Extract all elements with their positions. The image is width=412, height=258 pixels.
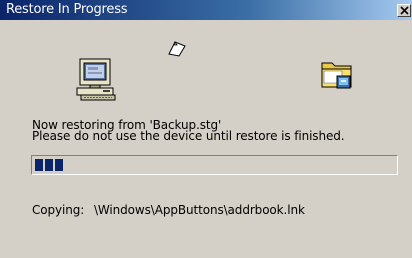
copying-path: \Windows\AppButtons\addrbook.lnk — [93, 203, 305, 217]
restore-dialog: Restore In Progress Now restoring from '… — [0, 0, 412, 258]
copying-status: Copying: \Windows\AppButtons\addrbook.ln… — [32, 203, 305, 217]
window-title: Restore In Progress — [6, 2, 128, 17]
progress-track — [34, 158, 395, 172]
progress-chunk — [35, 159, 43, 171]
restore-message-line2: Please do not use the device until resto… — [32, 129, 345, 143]
computer-icon — [76, 58, 116, 101]
title-bar[interactable]: Restore In Progress — [0, 0, 412, 20]
progress-chunk — [55, 159, 63, 171]
folder-icon — [321, 62, 352, 89]
progress-bar — [31, 155, 398, 175]
flying-paper-icon — [168, 41, 186, 57]
progress-chunk — [45, 159, 53, 171]
close-icon — [400, 6, 409, 15]
copying-label: Copying: — [32, 203, 85, 217]
restore-message: Now restoring from 'Backup.stg' Please d… — [32, 119, 345, 143]
close-button[interactable] — [397, 4, 411, 17]
